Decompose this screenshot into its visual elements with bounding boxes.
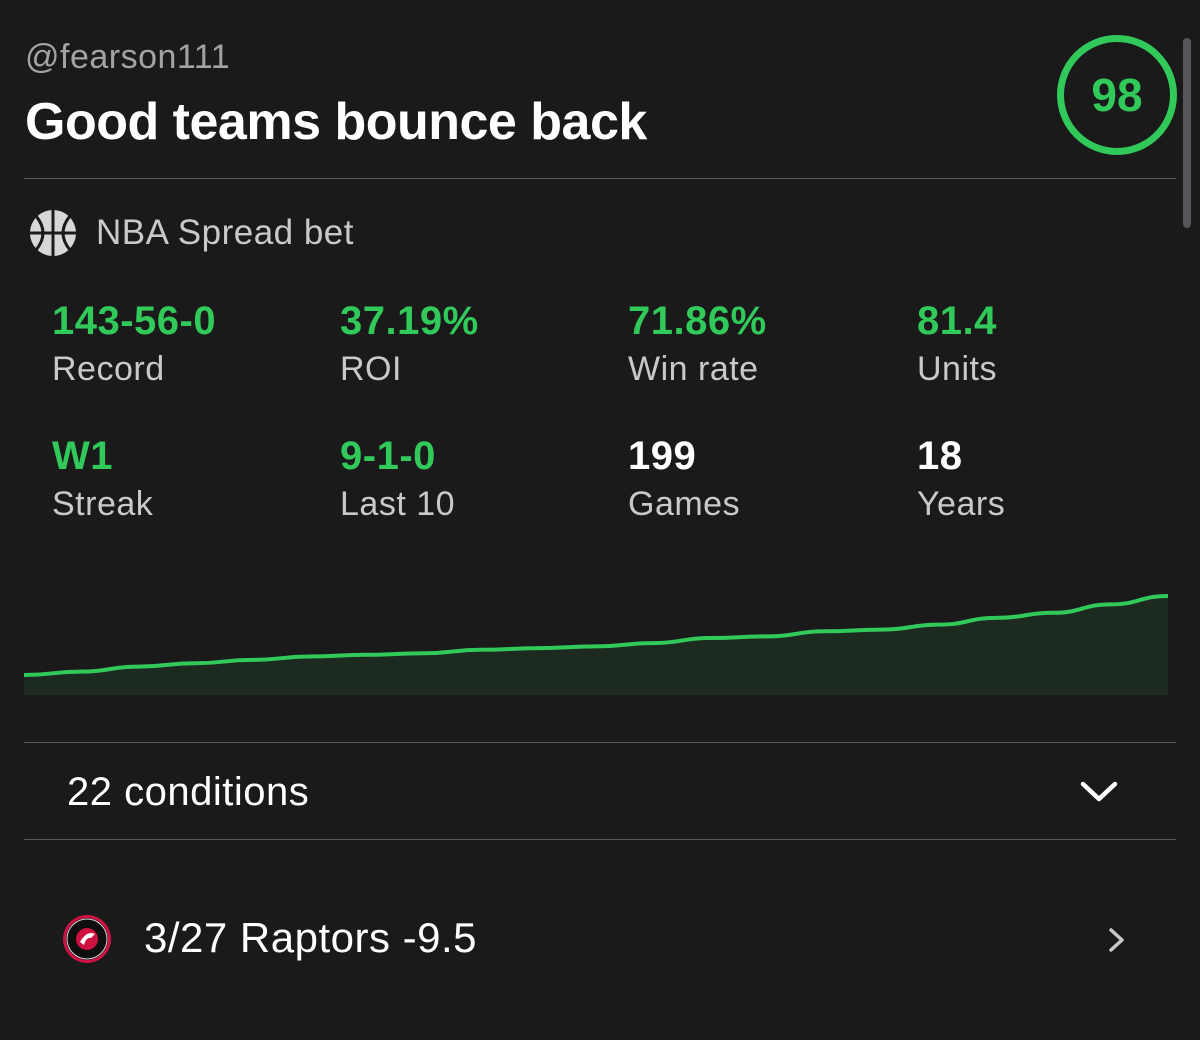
stat-value: 37.19% bbox=[340, 299, 479, 343]
units-chart bbox=[24, 594, 1168, 695]
stat-label: Streak bbox=[52, 485, 154, 523]
sport-row: NBA Spread bet bbox=[28, 208, 354, 258]
stat-years: 18 Years bbox=[917, 433, 1005, 527]
stat-value: 199 bbox=[628, 434, 697, 478]
stat-label: Record bbox=[52, 350, 165, 388]
stat-games: 199 Games bbox=[628, 433, 740, 527]
conditions-top-divider bbox=[24, 742, 1176, 743]
stat-value: 18 bbox=[917, 434, 963, 478]
header-divider bbox=[24, 178, 1176, 179]
stat-label: ROI bbox=[340, 350, 402, 388]
stat-record: 143-56-0 Record bbox=[52, 298, 216, 392]
stat-units: 81.4 Units bbox=[917, 298, 997, 392]
stat-streak: W1 Streak bbox=[52, 433, 153, 527]
stat-value: 9-1-0 bbox=[340, 434, 436, 478]
raptors-logo-icon bbox=[63, 915, 111, 963]
scrollbar[interactable] bbox=[1183, 38, 1191, 228]
basketball-icon bbox=[30, 210, 76, 256]
bet-type-label: NBA Spread bet bbox=[96, 213, 354, 252]
stat-value: 143-56-0 bbox=[52, 299, 217, 343]
stat-label: Units bbox=[917, 350, 997, 388]
system-title: Good teams bounce back bbox=[25, 93, 647, 151]
game-label: 3/27 Raptors -9.5 bbox=[144, 914, 478, 961]
game-row[interactable]: 3/27 Raptors -9.5 bbox=[24, 890, 1176, 986]
stat-label: Games bbox=[628, 485, 741, 523]
chevron-right-icon bbox=[1109, 928, 1124, 952]
stat-label: Win rate bbox=[628, 350, 759, 388]
chevron-down-icon bbox=[1080, 781, 1118, 802]
stat-roi: 37.19% ROI bbox=[340, 298, 479, 392]
stat-value: 71.86% bbox=[628, 299, 767, 343]
stat-value: 81.4 bbox=[917, 299, 997, 343]
stat-label: Years bbox=[917, 485, 1006, 523]
handle[interactable]: @fearson111 bbox=[25, 38, 230, 77]
stat-win-rate: 71.86% Win rate bbox=[628, 298, 767, 392]
stat-label: Last 10 bbox=[340, 485, 456, 523]
conditions-bottom-divider bbox=[24, 839, 1176, 840]
stat-last-10: 9-1-0 Last 10 bbox=[340, 433, 455, 527]
conditions-label: 22 conditions bbox=[67, 770, 310, 814]
conditions-toggle[interactable]: 22 conditions bbox=[24, 744, 1176, 839]
score-badge: 98 bbox=[1057, 35, 1177, 155]
stat-value: W1 bbox=[52, 434, 113, 478]
